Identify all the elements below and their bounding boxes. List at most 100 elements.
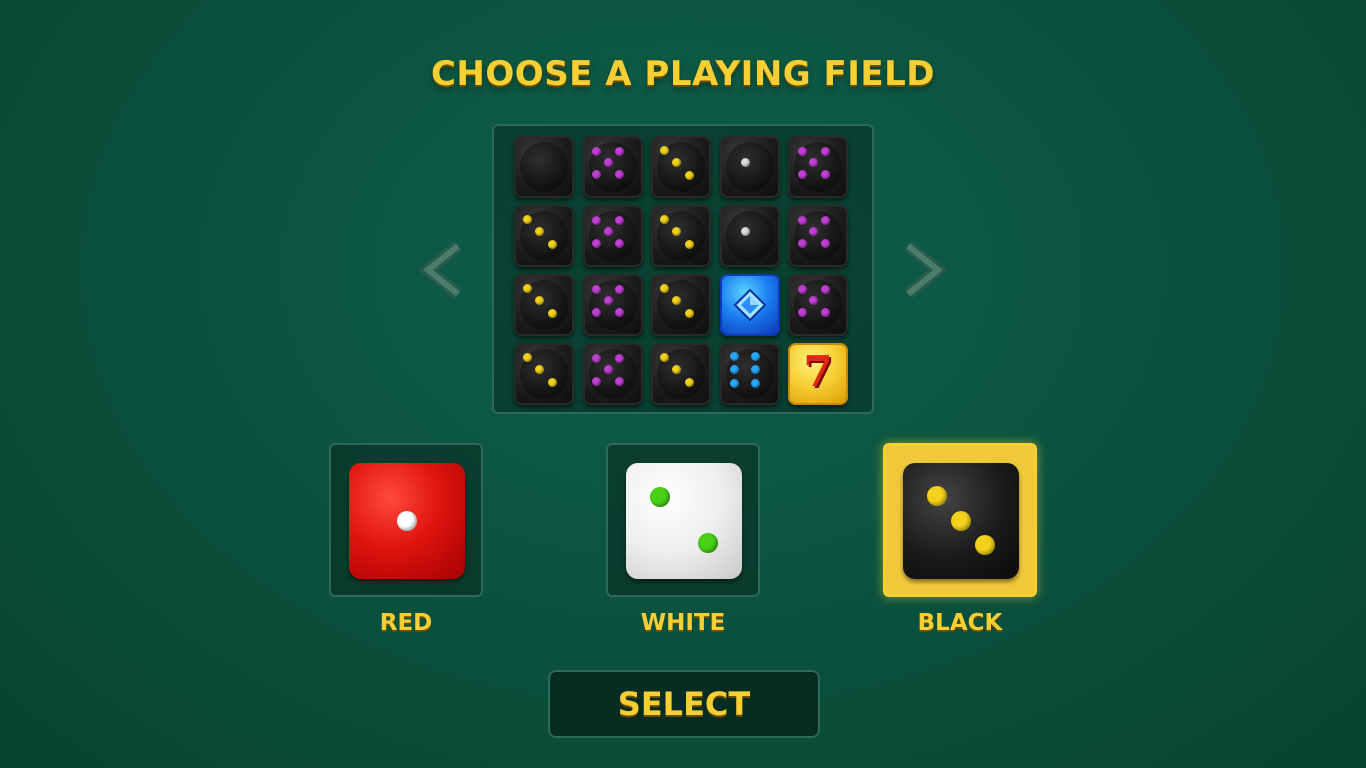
select-button-label: SELECT <box>617 685 751 723</box>
field-die <box>788 274 848 336</box>
die-pip <box>592 353 601 363</box>
field-die <box>651 343 711 405</box>
dice-color-black-option[interactable] <box>883 443 1037 597</box>
die-pip <box>592 238 601 248</box>
field-die <box>514 205 574 267</box>
field-die <box>582 136 643 198</box>
die-pip <box>730 365 739 374</box>
die-pip <box>603 227 613 236</box>
dice-color-red-option[interactable] <box>329 443 483 597</box>
die-pip <box>797 284 807 294</box>
die-pip <box>797 215 807 225</box>
black-die-icon <box>903 463 1019 579</box>
die-pip <box>592 146 601 156</box>
die-pip <box>615 376 624 386</box>
die-pip <box>547 377 557 387</box>
field-die <box>651 274 711 336</box>
die-pip <box>809 296 818 305</box>
die-pip <box>684 239 694 249</box>
die-pip <box>522 214 532 224</box>
prev-field-button[interactable] <box>414 241 464 299</box>
next-field-button[interactable] <box>902 241 952 299</box>
field-die <box>582 343 643 405</box>
field-die <box>582 274 643 336</box>
die-pip <box>522 352 532 362</box>
die-pip <box>659 352 669 362</box>
die-pip <box>547 239 557 249</box>
die-pip <box>820 169 830 179</box>
die-pip <box>797 307 807 317</box>
gem-icon <box>733 288 766 322</box>
dice-color-white-option[interactable] <box>606 443 760 597</box>
field-die <box>719 343 780 405</box>
gem-die-icon <box>719 274 780 336</box>
chevron-left-icon <box>418 241 462 299</box>
die-pip <box>820 238 830 248</box>
dice-color-red-label: RED <box>379 610 433 636</box>
die-pip <box>751 365 760 374</box>
die-pip <box>797 238 807 248</box>
die-pip <box>820 146 830 156</box>
field-die <box>788 136 848 198</box>
dice-color-white-label: WHITE <box>640 610 726 636</box>
die-pip <box>672 296 681 305</box>
field-die <box>651 136 711 198</box>
field-die <box>788 205 848 267</box>
page-title: CHOOSE A PLAYING FIELD <box>430 54 936 94</box>
select-button[interactable]: SELECT <box>548 670 820 738</box>
die-pip <box>592 307 601 317</box>
die-pip <box>535 296 544 305</box>
die-pip <box>751 351 760 361</box>
die-pip <box>603 296 613 305</box>
field-die <box>719 205 780 267</box>
playing-field-preview: 7 <box>492 124 874 414</box>
field-die <box>651 205 711 267</box>
field-die <box>514 136 574 198</box>
white-die-icon <box>626 463 742 579</box>
die-pip <box>592 284 601 294</box>
die-pip <box>615 353 624 363</box>
die-pip <box>615 146 624 156</box>
die-pip <box>535 227 544 236</box>
die-pip <box>730 351 739 361</box>
field-die <box>719 136 780 198</box>
die-pip <box>751 378 760 388</box>
die-pip <box>975 535 995 555</box>
die-pip <box>672 227 681 236</box>
die-pip <box>820 215 830 225</box>
lucky-seven-label: 7 <box>803 347 833 396</box>
die-pip <box>820 307 830 317</box>
red-die-icon <box>349 463 465 579</box>
die-pip <box>522 283 532 293</box>
die-pip <box>592 169 601 179</box>
die-pip <box>659 145 669 155</box>
die-pip <box>730 378 739 388</box>
die-pip <box>684 308 694 318</box>
die-pip <box>740 158 750 167</box>
die-pip <box>659 283 669 293</box>
die-pip <box>698 533 718 553</box>
die-pip <box>684 377 694 387</box>
die-pip <box>740 227 750 236</box>
die-pip <box>809 227 818 236</box>
die-pip <box>650 487 670 507</box>
die-pip <box>603 365 613 374</box>
die-pip <box>797 146 807 156</box>
die-pip <box>672 365 681 374</box>
die-pip <box>397 511 417 531</box>
die-pip <box>927 486 947 506</box>
die-pip <box>615 238 624 248</box>
die-pip <box>615 284 624 294</box>
die-pip <box>809 158 818 167</box>
die-pip <box>672 158 681 167</box>
dice-color-black-label: BLACK <box>917 610 1003 636</box>
playing-field-grid: 7 <box>514 136 856 408</box>
chevron-right-icon <box>904 241 948 299</box>
die-pip <box>535 365 544 374</box>
die-pip <box>615 169 624 179</box>
field-die <box>582 205 643 267</box>
die-pip <box>659 214 669 224</box>
die-pip <box>615 307 624 317</box>
die-pip <box>615 215 624 225</box>
die-pip <box>797 169 807 179</box>
